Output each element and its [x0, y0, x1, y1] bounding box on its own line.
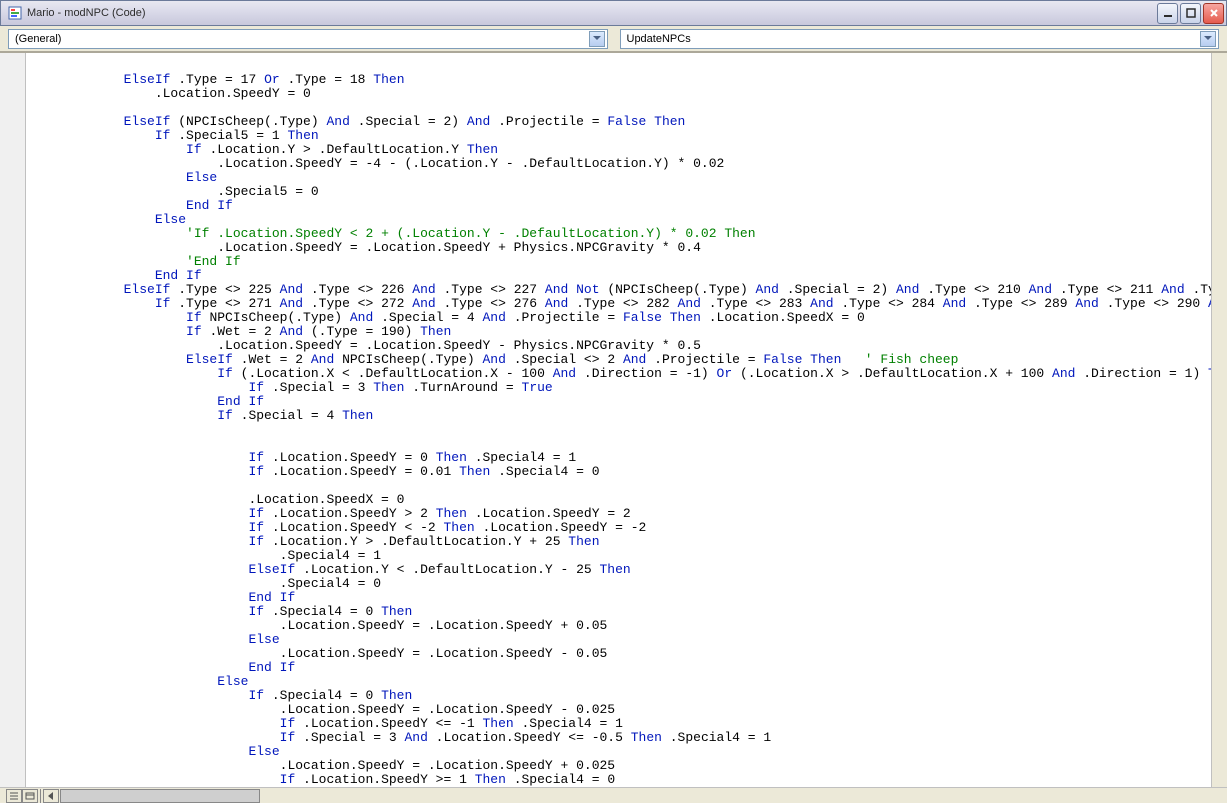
procedure-combobox-value: UpdateNPCs [627, 33, 691, 45]
editor-gutter [0, 53, 26, 803]
object-combobox-value: (General) [15, 33, 61, 45]
procedure-view-button[interactable] [6, 789, 22, 803]
maximize-button[interactable] [1180, 3, 1201, 24]
procedure-combobox[interactable]: UpdateNPCs [620, 29, 1220, 49]
window-titlebar[interactable]: Mario - modNPC (Code) [0, 0, 1227, 26]
code-text-area[interactable]: ElseIf .Type = 17 Or .Type = 18 Then .Lo… [26, 53, 1211, 787]
chevron-down-icon[interactable] [589, 31, 605, 47]
divider [40, 789, 41, 803]
full-module-view-button[interactable] [22, 789, 38, 803]
horizontal-scrollbar[interactable] [0, 787, 1227, 803]
close-button[interactable] [1203, 3, 1224, 24]
scroll-left-button[interactable] [43, 789, 59, 803]
minimize-button[interactable] [1157, 3, 1178, 24]
object-proc-selector-row: (General) UpdateNPCs [0, 26, 1227, 52]
vertical-scrollbar[interactable] [1211, 53, 1227, 803]
object-combobox[interactable]: (General) [8, 29, 608, 49]
chevron-down-icon[interactable] [1200, 31, 1216, 47]
window-title: Mario - modNPC (Code) [27, 7, 1157, 19]
scroll-thumb[interactable] [60, 789, 260, 803]
app-icon [7, 5, 23, 21]
code-editor: ElseIf .Type = 17 Or .Type = 18 Then .Lo… [0, 52, 1227, 803]
